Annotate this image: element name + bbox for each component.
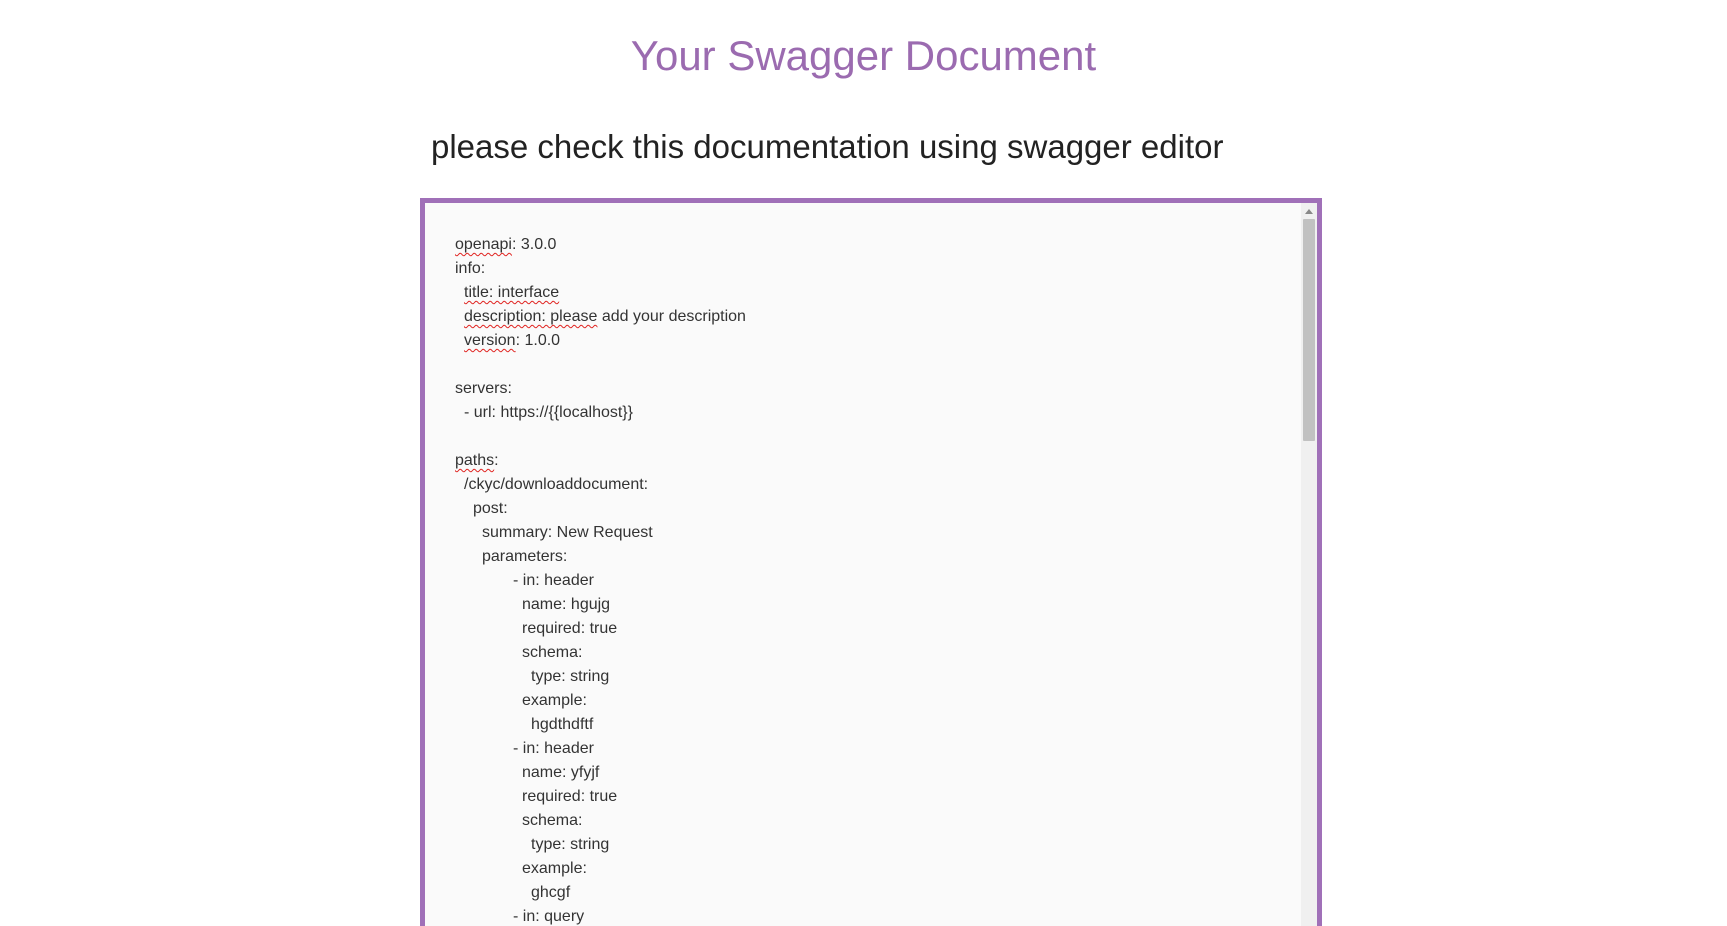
spellcheck-flagged-text: description: please	[464, 308, 598, 325]
code-line: paths:	[455, 449, 746, 473]
code-text: name: yfyjf	[522, 764, 600, 781]
code-text: :	[494, 452, 499, 469]
code-line: required: true	[455, 785, 746, 809]
code-text: type: string	[531, 668, 610, 685]
code-text: info:	[455, 260, 486, 277]
swagger-yaml-textarea[interactable]: openapi: 3.0.0 info: title: interface descr…	[420, 198, 1322, 926]
code-line: openapi: 3.0.0	[455, 233, 746, 257]
code-text: example:	[522, 860, 587, 877]
scroll-up-arrow-icon[interactable]	[1305, 209, 1313, 214]
code-line: name: hgujg	[455, 593, 746, 617]
spellcheck-flagged-text: title: interface	[464, 284, 560, 301]
code-text: - in: header	[513, 740, 594, 757]
code-text: name: hgujg	[522, 596, 611, 613]
code-line: parameters:	[455, 545, 746, 569]
editor-scrollbar[interactable]	[1301, 203, 1317, 926]
code-line: example:	[455, 857, 746, 881]
code-text: summary: New Request	[482, 524, 653, 541]
code-text: /ckyc/downloaddocument:	[464, 476, 649, 493]
code-line: schema:	[455, 809, 746, 833]
code-text: schema:	[522, 644, 583, 661]
code-text: parameters:	[482, 548, 568, 565]
code-line: hgdthdftf	[455, 713, 746, 737]
code-line: example:	[455, 689, 746, 713]
code-text: - url: https://{{localhost}}	[464, 404, 633, 421]
code-text: required: true	[522, 620, 618, 637]
code-line: /ckyc/downloaddocument:	[455, 473, 746, 497]
code-line: schema:	[455, 641, 746, 665]
code-text: post:	[473, 500, 508, 517]
code-line: - in: query	[455, 905, 746, 926]
code-line: type: string	[455, 665, 746, 689]
code-line: required: true	[455, 617, 746, 641]
code-line: - in: header	[455, 737, 746, 761]
page-title: Your Swagger Document	[630, 32, 1097, 79]
scrollbar-thumb[interactable]	[1303, 219, 1315, 441]
code-text: example:	[522, 692, 587, 709]
code-line: - in: header	[455, 569, 746, 593]
code-line: version: 1.0.0	[455, 329, 746, 353]
code-text: required: true	[522, 788, 618, 805]
code-text: type: string	[531, 836, 610, 853]
code-line: name: yfyjf	[455, 761, 746, 785]
code-line: description: please add your description	[455, 305, 746, 329]
code-text: schema:	[522, 812, 583, 829]
code-line: type: string	[455, 833, 746, 857]
code-text: servers:	[455, 380, 512, 397]
code-line: info:	[455, 257, 746, 281]
code-line: servers:	[455, 377, 746, 401]
spellcheck-flagged-text: version	[464, 332, 516, 349]
spellcheck-flagged-text: openapi	[455, 236, 512, 253]
yaml-content[interactable]: openapi: 3.0.0 info: title: interface descr…	[455, 233, 746, 926]
page: Your Swagger Document please check this …	[0, 0, 1727, 926]
code-text: - in: query	[513, 908, 585, 925]
spellcheck-flagged-text: paths	[455, 452, 495, 469]
code-text: hgdthdftf	[531, 716, 594, 733]
code-line: ghcgf	[455, 881, 746, 905]
code-text: : 3.0.0	[511, 236, 557, 253]
code-text: : 1.0.0	[515, 332, 561, 349]
code-line: summary: New Request	[455, 521, 746, 545]
code-text: - in: header	[513, 572, 594, 589]
code-text: ghcgf	[531, 884, 571, 901]
code-line: - url: https://{{localhost}}	[455, 401, 746, 425]
code-line: title: interface	[455, 281, 746, 305]
code-text: add your description	[597, 308, 746, 325]
page-subtitle: please check this documentation using sw…	[431, 128, 1224, 165]
code-line: post:	[455, 497, 746, 521]
